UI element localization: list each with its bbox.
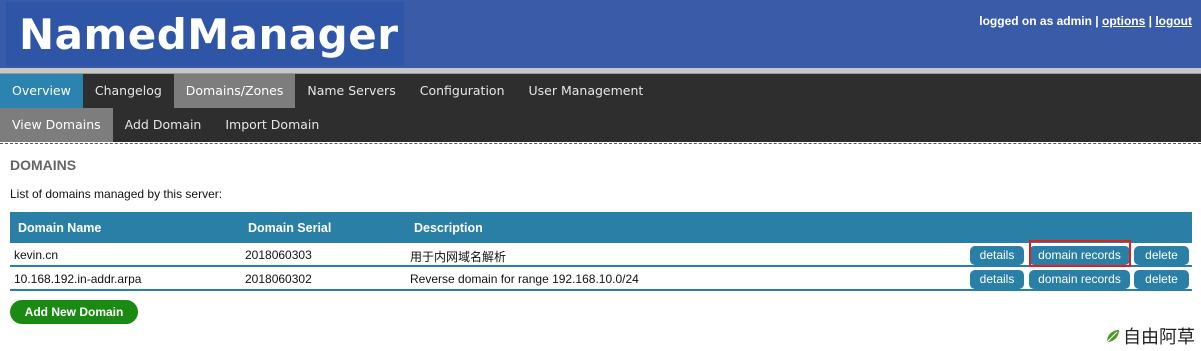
primary-nav: Overview Changelog Domains/Zones Name Se… [0,74,1201,108]
add-new-domain-button[interactable]: Add New Domain [10,300,138,324]
nav-changelog[interactable]: Changelog [83,74,174,108]
domain-name-cell: kevin.cn [14,248,59,262]
app-logo[interactable]: NamedManager [19,10,398,59]
domain-records-button[interactable]: domain records [1029,246,1130,265]
nav-divider [0,143,1201,144]
table-header: Domain Name Domain Serial Description [10,212,1192,243]
details-button[interactable]: details [970,246,1024,265]
domain-name-cell: 10.168.192.in-addr.arpa [14,272,142,286]
page-description: List of domains managed by this server: [10,187,223,201]
app-header: NamedManager logged on as admin | option… [0,0,1201,68]
watermark-text: 自由阿草 [1123,327,1195,348]
login-status: logged on as admin | options | logout [979,14,1192,28]
delete-button[interactable]: delete [1134,270,1189,289]
delete-button[interactable]: delete [1134,246,1189,265]
nav-overview[interactable]: Overview [0,74,83,108]
description-cell: 用于内网域名解析 [410,250,507,264]
nav-user-management[interactable]: User Management [517,74,656,108]
logo-box: NamedManager [6,2,404,66]
separator: | [1145,14,1156,28]
column-header-description: Description [414,221,483,235]
nav-name-servers[interactable]: Name Servers [295,74,407,108]
separator: | [1091,14,1102,28]
description-cell: Reverse domain for range 192.168.10.0/24 [410,272,639,286]
subnav-view-domains[interactable]: View Domains [0,108,113,142]
secondary-nav: View Domains Add Domain Import Domain [0,108,1201,142]
table-row: 10.168.192.in-addr.arpa 2018060302 Rever… [10,267,1192,291]
domain-records-button[interactable]: domain records [1029,270,1130,289]
column-header-domain-serial: Domain Serial [248,221,332,235]
column-header-domain-name: Domain Name [18,221,102,235]
watermark: 自由阿草 [1105,323,1195,349]
options-link[interactable]: options [1102,14,1145,28]
table-row: kevin.cn 2018060303 用于内网域名解析 details dom… [10,243,1192,267]
leaf-icon [1106,330,1119,343]
domain-serial-cell: 2018060302 [245,272,312,286]
subnav-add-domain[interactable]: Add Domain [113,108,214,142]
page-title: DOMAINS [10,157,77,173]
domain-serial-cell: 2018060303 [245,248,312,262]
nav-domains-zones[interactable]: Domains/Zones [173,74,296,108]
details-button[interactable]: details [970,270,1024,289]
subnav-import-domain[interactable]: Import Domain [213,108,331,142]
domains-table: Domain Name Domain Serial Description ke… [10,212,1192,291]
logout-link[interactable]: logout [1155,14,1192,28]
nav-configuration[interactable]: Configuration [408,74,517,108]
login-text: logged on as admin [979,14,1092,28]
